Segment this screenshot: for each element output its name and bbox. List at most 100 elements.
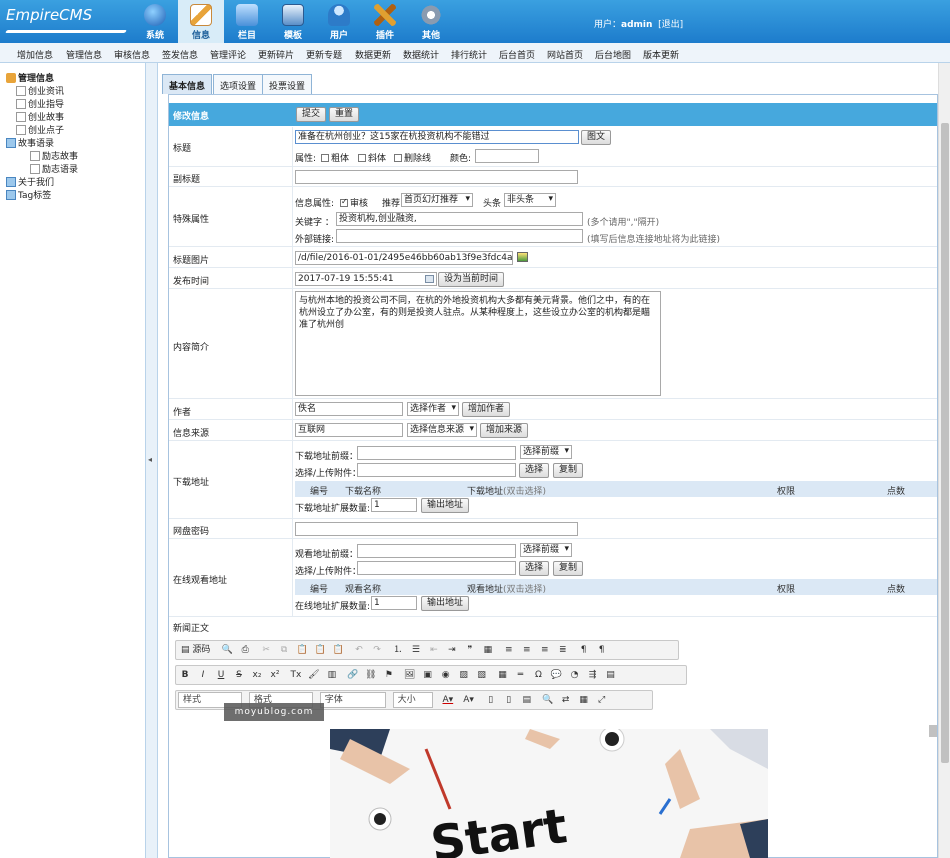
underline-icon[interactable]: U (213, 667, 229, 683)
audit-checkbox[interactable]: 审核 (338, 196, 368, 209)
online-upload-input[interactable] (357, 561, 516, 575)
flash-icon[interactable]: ◉ (438, 667, 454, 683)
tree-folder[interactable]: Tag标签 (6, 188, 51, 201)
italic-icon[interactable]: I (195, 667, 211, 683)
justify-icon[interactable]: ≣ (555, 642, 571, 658)
download-choose-button[interactable]: 选择 (519, 463, 550, 478)
pagebreak-icon[interactable]: ⇶ (585, 667, 601, 683)
font-select[interactable]: 字体 (319, 692, 386, 708)
bold-checkbox[interactable]: 粗体 (319, 151, 349, 164)
menu-sign-info[interactable]: 签发信息 (162, 48, 198, 61)
maximize-icon[interactable]: ⤢ (594, 692, 610, 708)
tab-basic-info[interactable]: 基本信息 (162, 74, 213, 94)
page-template-icon[interactable]: ▯ (483, 692, 499, 708)
netdisk-input[interactable] (295, 522, 578, 536)
download-upload-input[interactable] (357, 463, 516, 477)
source-button[interactable]: ▤ 源码 (177, 642, 214, 658)
image-picker-icon[interactable] (517, 252, 528, 262)
title-image-button[interactable]: 图文 (581, 130, 612, 145)
nav-system[interactable]: 系统 (132, 0, 178, 43)
outdent-icon[interactable]: ⇤ (426, 642, 442, 658)
tab-vote[interactable]: 投票设置 (262, 74, 313, 94)
link-icon[interactable]: 🔗 (345, 667, 361, 683)
menu-manage-info[interactable]: 管理信息 (66, 48, 102, 61)
bg-color-icon[interactable]: A▾ (459, 692, 478, 708)
menu-audit-info[interactable]: 审核信息 (114, 48, 150, 61)
add-author-button[interactable]: 增加作者 (462, 402, 511, 417)
rtl-icon[interactable]: ¶ (594, 642, 610, 658)
redo-icon[interactable]: ↷ (369, 642, 385, 658)
copy-format-icon[interactable]: ▥ (324, 667, 340, 683)
nav-template[interactable]: 模板 (270, 0, 316, 43)
online-copy-button[interactable]: 复制 (553, 561, 584, 576)
color-input[interactable] (475, 149, 539, 163)
tree-item[interactable]: 创业指导 (16, 97, 64, 110)
tree-root[interactable]: 管理信息 (6, 71, 54, 84)
align-left-icon[interactable]: ≡ (501, 642, 517, 658)
nav-column[interactable]: 栏目 (224, 0, 270, 43)
online-expand-input[interactable]: 1 (371, 596, 417, 610)
add-source-button[interactable]: 增加来源 (480, 423, 529, 438)
media-icon[interactable]: ▣ (420, 667, 436, 683)
title-input[interactable]: 准备在杭州创业？这15家在杭投资机构不能错过 (295, 130, 579, 144)
subtitle-input[interactable] (295, 170, 578, 184)
div-icon[interactable]: ▦ (480, 642, 496, 658)
align-center-icon[interactable]: ≡ (519, 642, 535, 658)
bulleted-list-icon[interactable]: ☰ (408, 642, 424, 658)
anchor-icon[interactable]: ⚑ (381, 667, 397, 683)
online-prefix-input[interactable] (357, 544, 516, 558)
menu-manage-comments[interactable]: 管理评论 (210, 48, 246, 61)
superscript-icon[interactable]: x² (267, 667, 283, 683)
content-image[interactable]: Start (330, 729, 768, 858)
print-icon[interactable]: ⎙ (237, 642, 253, 658)
numbered-list-icon[interactable]: ⒈ (390, 642, 406, 658)
tree-item[interactable]: 创业资讯 (16, 84, 64, 97)
download-copy-button[interactable]: 复制 (553, 463, 584, 478)
calendar-icon[interactable] (425, 275, 434, 283)
nav-other[interactable]: 其他 (408, 0, 454, 43)
menu-admin-home[interactable]: 后台首页 (499, 48, 535, 61)
special-char-icon[interactable]: Ω (531, 667, 547, 683)
summary-textarea[interactable]: 与杭州本地的投资公司不同，在杭的外地投资机构大多都有美元背景。他们之中，有的在杭… (295, 291, 661, 396)
scroll-thumb[interactable] (941, 123, 949, 763)
author-select[interactable]: 选择作者 (407, 402, 459, 416)
download-expand-input[interactable]: 1 (371, 498, 417, 512)
paste-word-icon[interactable]: 📋 (330, 642, 346, 658)
iframe-icon[interactable]: ◔ (567, 667, 583, 683)
undo-icon[interactable]: ↶ (351, 642, 367, 658)
nav-info[interactable]: 信息 (178, 0, 224, 43)
template-insert-icon[interactable]: ▤ (603, 667, 619, 683)
menu-version-update[interactable]: 版本更新 (643, 48, 679, 61)
online-choose-button[interactable]: 选择 (519, 561, 550, 576)
unlink-icon[interactable]: ⛓ (363, 667, 379, 683)
paste-icon[interactable]: 📋 (294, 642, 310, 658)
download-prefix-input[interactable] (357, 446, 516, 460)
keywords-input[interactable]: 投资机构,创业融资, (336, 212, 583, 226)
nav-user[interactable]: 用户 (316, 0, 362, 43)
reset-button[interactable]: 重置 (329, 107, 360, 122)
menu-add-info[interactable]: 增加信息 (17, 48, 53, 61)
sidebar-toggle[interactable]: ◂ (146, 63, 158, 858)
download-prefix-select[interactable]: 选择前缀 (520, 445, 572, 459)
italic-checkbox[interactable]: 斜体 (356, 151, 386, 164)
editor-scroll-thumb[interactable] (929, 725, 937, 737)
tab-options[interactable]: 选项设置 (213, 74, 264, 94)
menu-rank-stats[interactable]: 排行统计 (451, 48, 487, 61)
replace-icon[interactable]: ⇄ (558, 692, 574, 708)
menu-site-home[interactable]: 网站首页 (547, 48, 583, 61)
attach-icon[interactable]: ▧ (474, 667, 490, 683)
size-select[interactable]: 大小 (392, 692, 433, 708)
preview-icon[interactable]: 🔍 (219, 642, 235, 658)
online-output-button[interactable]: 输出地址 (421, 596, 470, 611)
format-painter-icon[interactable]: 🖌 (306, 667, 322, 683)
cut-icon[interactable]: ✂ (258, 642, 274, 658)
source-input[interactable]: 互联网 (295, 423, 403, 437)
copy-icon[interactable]: ⧉ (276, 642, 292, 658)
logout-link[interactable]: [退出] (658, 20, 683, 30)
page-scrollbar[interactable] (938, 63, 950, 858)
menu-update-fragments[interactable]: 更新碎片 (258, 48, 294, 61)
new-page-icon[interactable]: ▯ (501, 692, 517, 708)
extlink-input[interactable] (336, 229, 583, 243)
file-icon[interactable]: ▨ (456, 667, 472, 683)
doc-props-icon[interactable]: ▤ (519, 692, 535, 708)
